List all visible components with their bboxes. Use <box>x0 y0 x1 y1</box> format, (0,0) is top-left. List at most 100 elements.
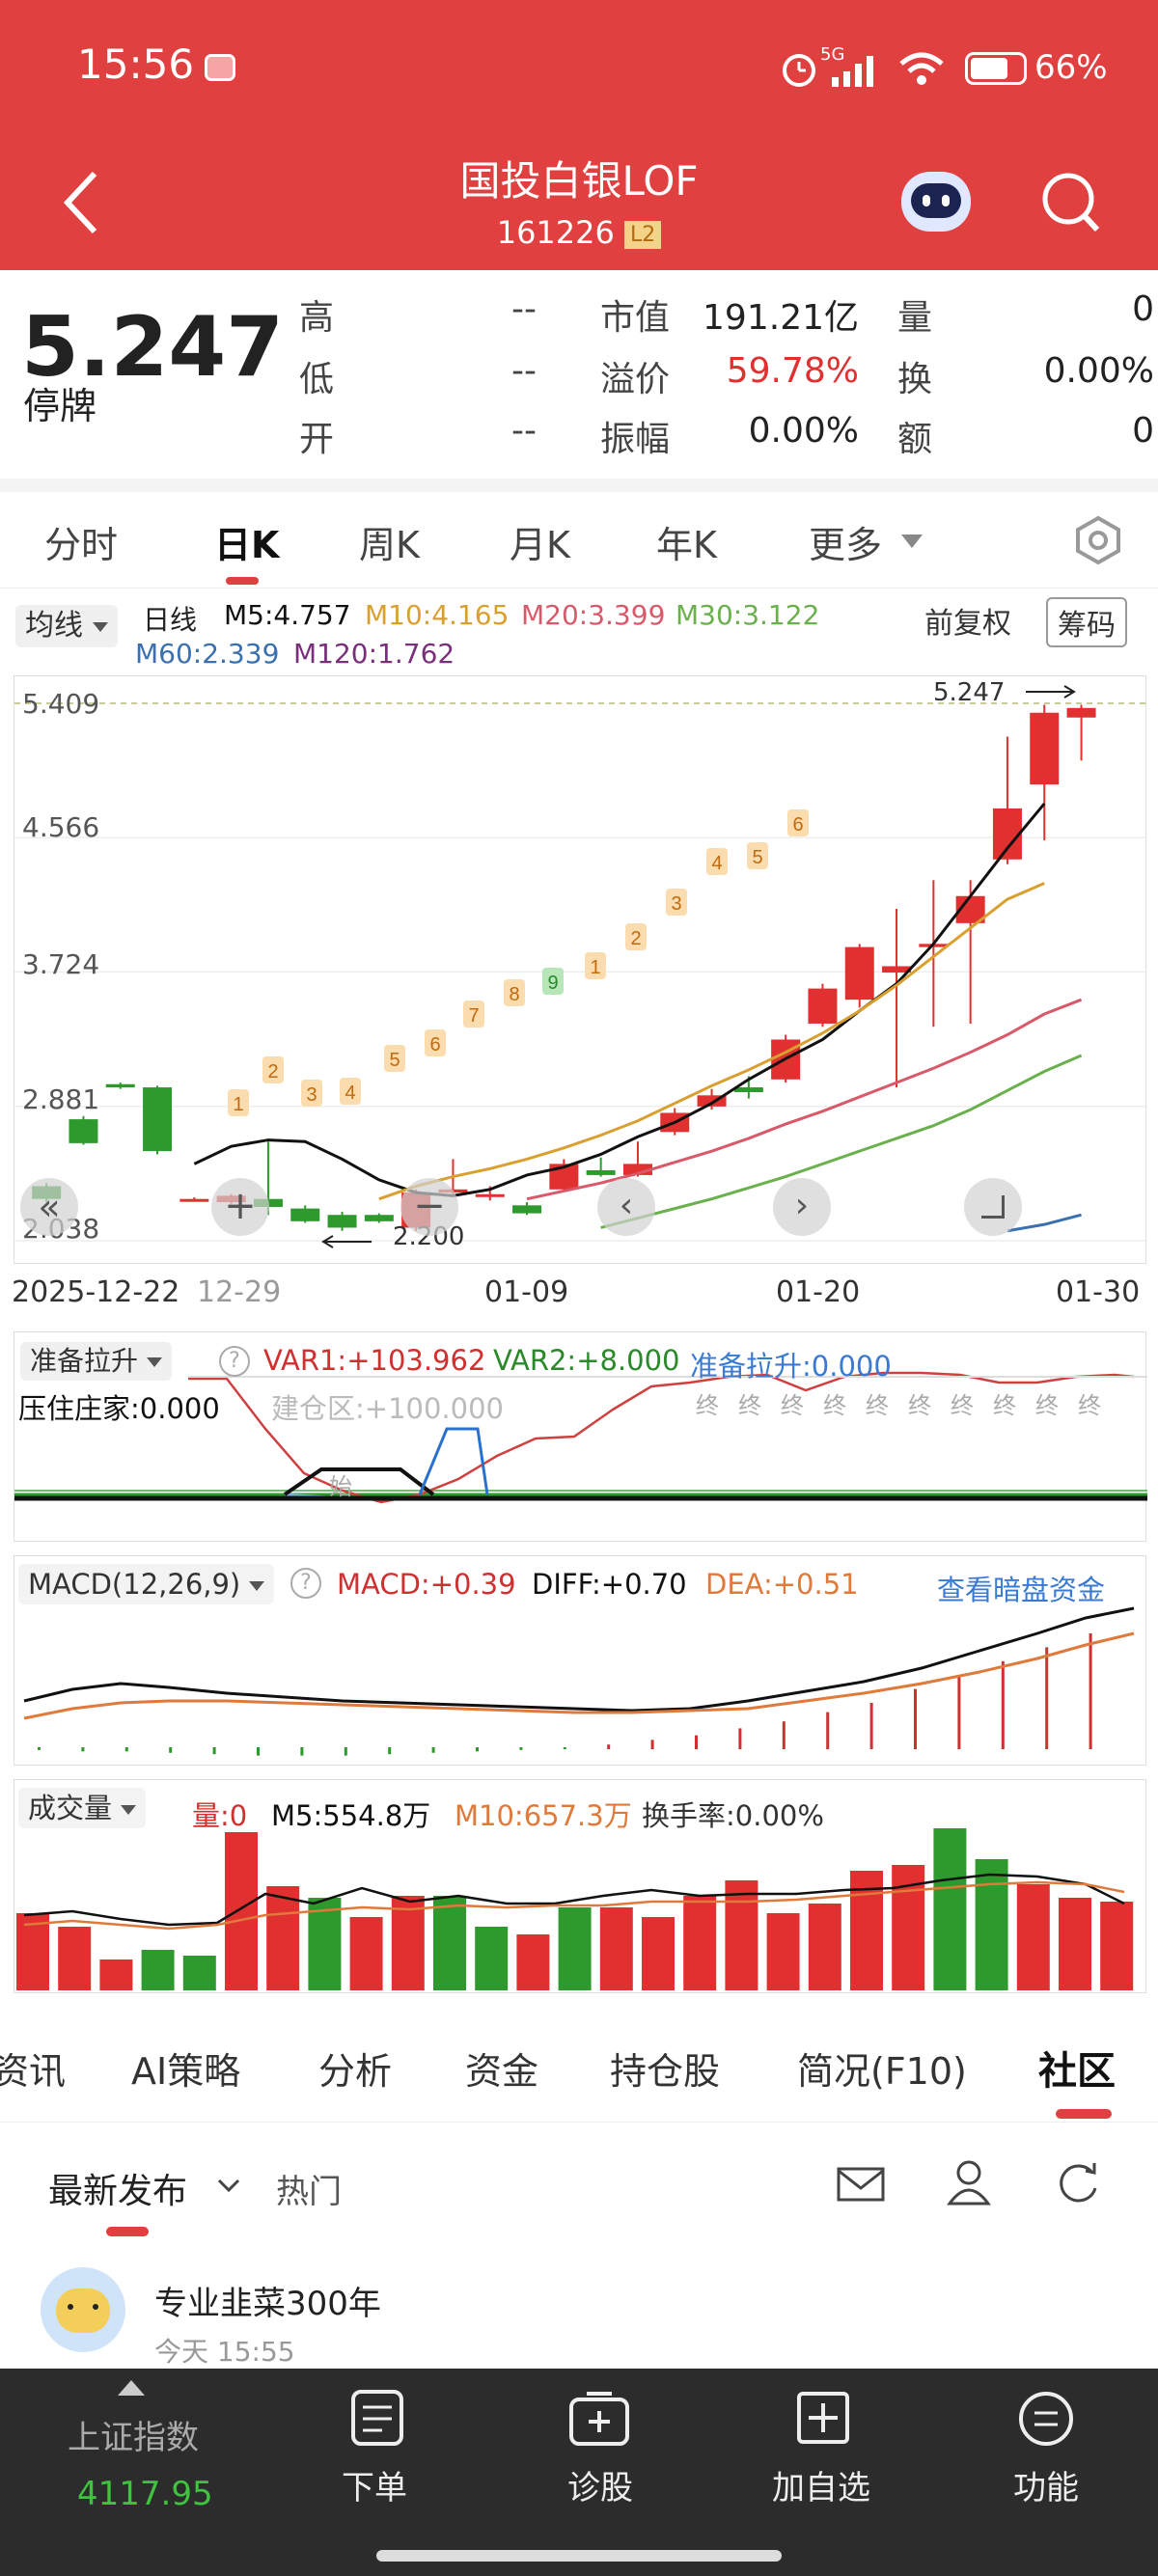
sort-latest[interactable]: 最新发布 <box>48 2163 187 2213</box>
tab-yearly-k[interactable]: 年K <box>656 515 717 568</box>
tab-ai-strategy[interactable]: AI策略 <box>131 2042 240 2095</box>
low-value: -- <box>511 351 537 391</box>
macd-bar <box>38 1747 41 1750</box>
macd-bar <box>431 1747 435 1753</box>
tab-monthly-k[interactable]: 月K <box>510 515 570 568</box>
svg-text:7: 7 <box>468 1005 479 1027</box>
status-bar: 15:56 5G 66% <box>0 0 1158 135</box>
volume-bar <box>141 1950 175 1990</box>
candle-body <box>475 1193 505 1197</box>
macd-selector[interactable]: MACD(12,26,9) <box>18 1564 275 1604</box>
date-tick-4: 01-20 <box>776 1275 861 1309</box>
turnover-rate-value: 换手率:0.00% <box>642 1799 824 1832</box>
volume-bar <box>1100 1902 1134 1990</box>
ma5-value: M5:4.757 <box>224 599 351 631</box>
user-icon[interactable] <box>946 2157 992 2207</box>
ma-selector[interactable]: 均线 <box>15 605 118 647</box>
chevron-left-icon: ‹ <box>619 1186 634 1225</box>
td-count-tag: 1 <box>585 952 606 979</box>
dock-order[interactable]: 下单 <box>342 2461 407 2508</box>
volume-bar <box>225 1832 258 1990</box>
tab-analysis[interactable]: 分析 <box>318 2042 392 2095</box>
tab-daily-k[interactable]: 日K <box>214 515 279 568</box>
volume-bar <box>683 1896 717 1990</box>
volume-bar <box>1016 1884 1050 1990</box>
svg-text:1: 1 <box>590 957 600 978</box>
tab-funds[interactable]: 资金 <box>465 2042 538 2095</box>
zoom-out-button[interactable]: − <box>400 1178 458 1236</box>
tab-profile[interactable]: 简况(F10) <box>797 2042 967 2095</box>
ma10-value: M10:4.165 <box>365 599 510 631</box>
ma60-value: M60:2.339 <box>135 638 280 670</box>
chevron-down-icon <box>121 1805 137 1815</box>
search-icon[interactable] <box>1037 164 1105 241</box>
volume-bars <box>16 1828 1134 1990</box>
td-count-tag: 3 <box>666 889 687 916</box>
minus-icon: − <box>413 1184 446 1228</box>
dark-pool-link[interactable]: 查看暗盘资金 <box>937 1568 1105 1608</box>
fullscreen-button[interactable] <box>964 1178 1022 1236</box>
tab-community[interactable]: 社区 <box>1038 2040 1116 2096</box>
quote-panel: 5.247 停牌 高 -- 低 -- 开 -- 市值 191.21亿 溢价 59… <box>0 270 1158 492</box>
tab-weekly-k[interactable]: 周K <box>359 515 420 568</box>
candle-body <box>512 1205 542 1214</box>
volume-selector[interactable]: 成交量 <box>18 1788 147 1828</box>
refresh-icon[interactable] <box>1054 2159 1102 2207</box>
scroll-right-button[interactable]: › <box>773 1178 831 1236</box>
help-icon[interactable]: ? <box>219 1346 250 1377</box>
dock-diagnose[interactable]: 诊股 <box>567 2461 633 2508</box>
rewind-button[interactable]: « <box>20 1178 78 1236</box>
var2-value: VAR2:+8.000 <box>493 1344 680 1377</box>
macd-bar <box>81 1747 85 1752</box>
chevron-down-icon <box>146 1357 162 1367</box>
index-name[interactable]: 上证指数 <box>68 2411 199 2458</box>
post-username[interactable]: 专业韭菜300年 <box>154 2277 381 2324</box>
scroll-left-button[interactable]: ‹ <box>597 1178 655 1236</box>
ready-up-line <box>418 1427 489 1495</box>
macd-bar <box>344 1747 347 1756</box>
candle-body <box>364 1215 394 1221</box>
candle-body <box>105 1083 135 1088</box>
tab-intraday[interactable]: 分时 <box>44 515 118 568</box>
indicator-ready-panel[interactable]: 准备拉升 ? VAR1:+103.962 VAR2:+8.000 准备拉升:0.… <box>14 1331 1147 1542</box>
adjust-mode[interactable]: 前复权 <box>924 599 1011 642</box>
help-icon[interactable]: ? <box>290 1568 321 1599</box>
vol-m10-value: M10:657.3万 <box>455 1799 632 1832</box>
avatar[interactable] <box>41 2267 125 2352</box>
macd-bar <box>519 1747 523 1750</box>
ma-legend: 均线 日线 M5:4.757 M10:4.165 M20:3.399 M30:3… <box>0 593 1158 671</box>
wifi-icon <box>899 52 944 85</box>
volume-panel[interactable]: 成交量 量:0 M5:554.8万 M10:657.3万 换手率:0.00% <box>14 1779 1146 1993</box>
macd-panel[interactable]: MACD(12,26,9) ? MACD:+0.39 DIFF:+0.70 DE… <box>14 1555 1146 1766</box>
var1-value: VAR1:+103.962 <box>263 1344 486 1377</box>
sort-hot[interactable]: 热门 <box>276 2165 342 2212</box>
tab-news[interactable]: 资讯 <box>0 2042 66 2095</box>
chips-button[interactable]: 筹码 <box>1046 597 1127 647</box>
settings-hexagon-icon[interactable] <box>1073 515 1123 565</box>
bottom-dock: 上证指数 4117.95 下单 诊股 加自选 功能 <box>0 2369 1158 2576</box>
mail-icon[interactable] <box>836 2163 886 2206</box>
macd-value: MACD:+0.39 <box>337 1568 516 1601</box>
kline-chart[interactable]: 123456789123456 5.409 4.566 3.724 2.881 … <box>14 675 1147 1264</box>
volume-selector-label: 成交量 <box>28 1792 113 1824</box>
price-label-2: 4.566 <box>22 811 100 843</box>
tab-holdings[interactable]: 持仓股 <box>610 2042 720 2095</box>
ma20-value: M20:3.399 <box>521 599 666 631</box>
robot-assistant-icon[interactable] <box>897 160 975 237</box>
end-mark: 终 <box>823 1392 846 1419</box>
indicator-ready-selector[interactable]: 准备拉升 <box>20 1342 172 1381</box>
mktcap-value: 191.21亿 <box>703 298 859 338</box>
td-count-tag: 2 <box>625 923 647 950</box>
macd-bar <box>1045 1647 1049 1749</box>
td-count-tag: 6 <box>425 1029 446 1056</box>
amplitude-label: 振幅 <box>600 420 671 459</box>
zoom-in-button[interactable]: + <box>211 1178 269 1236</box>
dock-functions[interactable]: 功能 <box>1013 2461 1079 2508</box>
volume-bar <box>58 1927 92 1990</box>
stock-code: 161226 <box>496 214 615 251</box>
tab-more[interactable]: 更多 <box>809 515 882 568</box>
order-icon <box>351 2390 403 2446</box>
expand-up-icon[interactable] <box>118 2380 145 2396</box>
chevron-right-icon: › <box>794 1186 810 1225</box>
dock-add-watchlist[interactable]: 加自选 <box>772 2461 870 2508</box>
